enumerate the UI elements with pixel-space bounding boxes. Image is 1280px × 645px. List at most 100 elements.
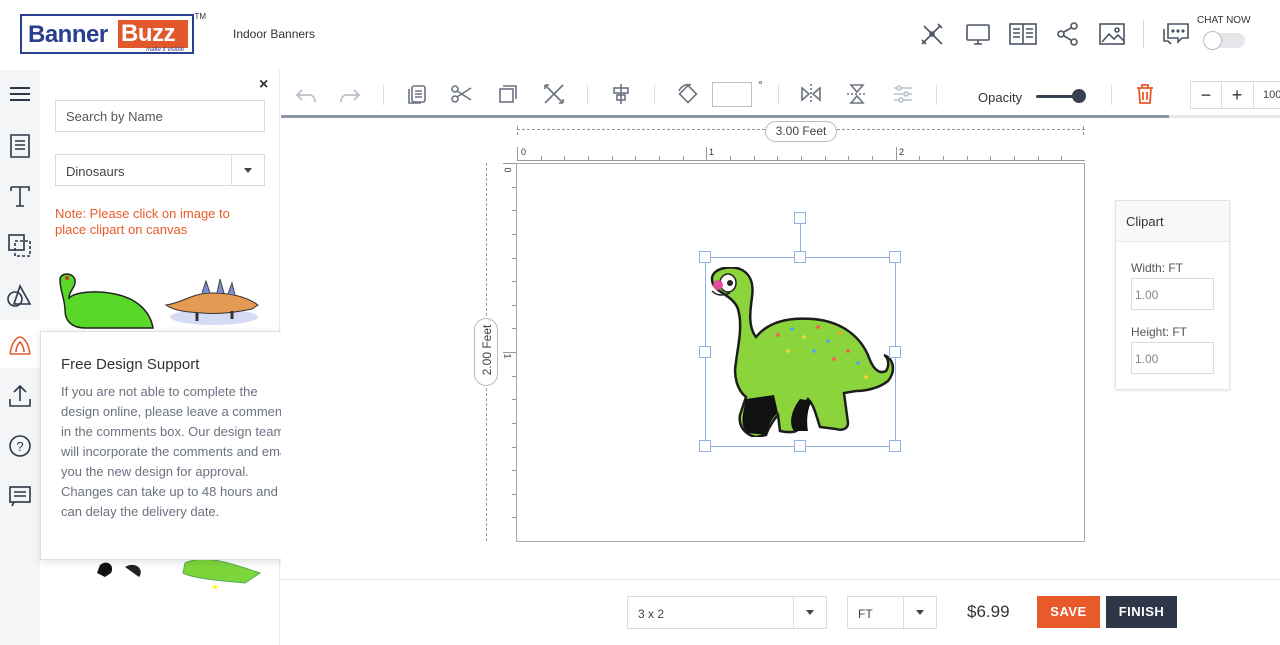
width-dimension-label: 3.00 Feet bbox=[765, 121, 837, 142]
resize-handle-ne[interactable] bbox=[889, 251, 901, 263]
selection-box bbox=[705, 257, 896, 447]
resize-handle-s[interactable] bbox=[794, 440, 806, 452]
resize-handle-sw[interactable] bbox=[699, 440, 711, 452]
horizontal-ruler: 0 1 2 bbox=[517, 147, 1085, 161]
logo[interactable]: Banner Buzz make it visible TM bbox=[20, 12, 206, 54]
clipart-thumb-bottom[interactable] bbox=[95, 555, 265, 595]
text-icon[interactable] bbox=[6, 182, 34, 210]
select-divider bbox=[231, 155, 232, 185]
crop-remove-icon[interactable] bbox=[542, 82, 566, 106]
chat-icon[interactable] bbox=[1160, 20, 1189, 48]
category-select[interactable]: Dinosaurs bbox=[55, 154, 265, 186]
toolbar-divider bbox=[1111, 85, 1112, 105]
logo-text-buzz: Buzz bbox=[118, 20, 188, 48]
help-icon[interactable]: ? bbox=[6, 432, 34, 460]
finish-button[interactable]: FINISH bbox=[1106, 596, 1177, 628]
toolbar-progress bbox=[281, 115, 1169, 118]
product-name: Indoor Banners bbox=[233, 27, 316, 41]
zoom-value: 100 bbox=[1263, 89, 1280, 101]
flip-vertical-icon[interactable] bbox=[845, 82, 869, 106]
chevron-down-icon bbox=[916, 610, 924, 615]
zoom-control: − + 100 bbox=[1190, 81, 1280, 109]
rotate-icon[interactable] bbox=[676, 82, 700, 106]
resize-handle-n[interactable] bbox=[794, 251, 806, 263]
zoom-out-button[interactable]: − bbox=[1191, 82, 1221, 108]
logo-text-banner: Banner bbox=[28, 21, 108, 48]
resize-handle-e[interactable] bbox=[889, 346, 901, 358]
ruler-v-label: 1 bbox=[502, 353, 513, 359]
chevron-down-icon bbox=[244, 168, 252, 173]
clipart-properties-panel: Clipart Width: FT 1.00 Height: FT 1.00 bbox=[1115, 200, 1230, 390]
paste-icon[interactable] bbox=[405, 82, 429, 106]
duplicate-icon[interactable] bbox=[496, 82, 520, 106]
unit-selected: FT bbox=[858, 607, 873, 621]
trash-icon[interactable] bbox=[1133, 82, 1157, 106]
popup-title: Free Design Support bbox=[61, 356, 200, 373]
clipart-thumb-brontosaurus[interactable] bbox=[55, 270, 160, 337]
width-label: Width: FT bbox=[1131, 261, 1184, 275]
chevron-down-icon bbox=[806, 610, 814, 615]
vertical-ruler: 0 1 bbox=[503, 163, 517, 541]
toggle-knob bbox=[1203, 31, 1222, 50]
book-icon[interactable] bbox=[1008, 20, 1037, 48]
image-icon[interactable] bbox=[1098, 20, 1126, 48]
align-center-icon[interactable] bbox=[609, 82, 633, 106]
height-dimension-pill: 2.00 Feet bbox=[474, 318, 498, 386]
header-divider bbox=[1143, 20, 1144, 48]
chat-now-label: CHAT NOW bbox=[1197, 15, 1251, 26]
template-icon[interactable] bbox=[6, 132, 34, 160]
select-divider bbox=[793, 597, 794, 628]
price: $6.99 bbox=[967, 602, 1010, 621]
menu-icon[interactable] bbox=[6, 80, 34, 108]
toolbar-divider bbox=[383, 85, 384, 105]
width-input[interactable]: 1.00 bbox=[1131, 278, 1214, 310]
chat-toggle[interactable] bbox=[1203, 31, 1245, 50]
undo-icon[interactable] bbox=[294, 82, 318, 106]
search-input[interactable] bbox=[55, 100, 265, 132]
size-select[interactable]: 3 x 2 bbox=[627, 596, 827, 629]
clipart-icon[interactable] bbox=[6, 332, 34, 360]
ruler-h-label: 0 bbox=[521, 147, 527, 157]
height-input[interactable]: 1.00 bbox=[1131, 342, 1214, 374]
note-text: Note: Please click on image to place cli… bbox=[55, 206, 230, 237]
layers-icon[interactable] bbox=[6, 232, 34, 260]
monitor-preview-icon[interactable] bbox=[964, 20, 992, 48]
logo-tm: TM bbox=[194, 12, 206, 21]
redo-icon[interactable] bbox=[338, 82, 362, 106]
degree-symbol: ° bbox=[758, 78, 763, 92]
rotation-input[interactable] bbox=[712, 82, 752, 107]
header: Banner Buzz make it visible TM Indoor Ba… bbox=[0, 0, 1280, 70]
flip-horizontal-icon[interactable] bbox=[799, 82, 823, 106]
cut-icon[interactable] bbox=[450, 82, 474, 106]
resize-handle-se[interactable] bbox=[889, 440, 901, 452]
category-selected: Dinosaurs bbox=[66, 164, 125, 179]
design-tools-icon[interactable] bbox=[918, 20, 946, 48]
toolbar-divider bbox=[778, 85, 779, 105]
unit-select[interactable]: FT bbox=[847, 596, 937, 629]
save-button[interactable]: SAVE bbox=[1037, 596, 1100, 628]
sidebar-rail: ? bbox=[0, 70, 40, 645]
height-label: Height: FT bbox=[1131, 325, 1188, 339]
footer-bar: 3 x 2 FT $6.99 SAVE FINISH bbox=[281, 579, 1280, 645]
clipart-thumb-ankylosaurus[interactable] bbox=[162, 275, 262, 332]
popup-text: If you are not able to complete the desi… bbox=[61, 384, 293, 519]
rotation-handle[interactable] bbox=[794, 212, 806, 224]
design-support-popup: × Free Design Support If you are not abl… bbox=[40, 331, 310, 560]
size-selected: 3 x 2 bbox=[638, 607, 665, 621]
share-icon[interactable] bbox=[1054, 20, 1082, 48]
logo-tagline: make it visible bbox=[146, 47, 184, 53]
toolbar-divider bbox=[587, 85, 588, 105]
opacity-slider-handle[interactable] bbox=[1072, 89, 1086, 103]
zoom-in-button[interactable]: + bbox=[1222, 82, 1252, 108]
resize-handle-nw[interactable] bbox=[699, 251, 711, 263]
svg-text:?: ? bbox=[16, 439, 23, 454]
toolbar: ° Opacity − + 100 bbox=[281, 70, 1280, 118]
adjust-sliders-icon[interactable] bbox=[891, 82, 915, 106]
upload-icon[interactable] bbox=[6, 382, 34, 410]
toolbar-divider bbox=[654, 85, 655, 105]
height-dimension-label: 2.00 Feet bbox=[480, 324, 494, 376]
resize-handle-w[interactable] bbox=[699, 346, 711, 358]
comments-icon[interactable] bbox=[6, 482, 34, 510]
panel-close-button[interactable]: × bbox=[259, 76, 268, 94]
shapes-icon[interactable] bbox=[6, 282, 34, 310]
